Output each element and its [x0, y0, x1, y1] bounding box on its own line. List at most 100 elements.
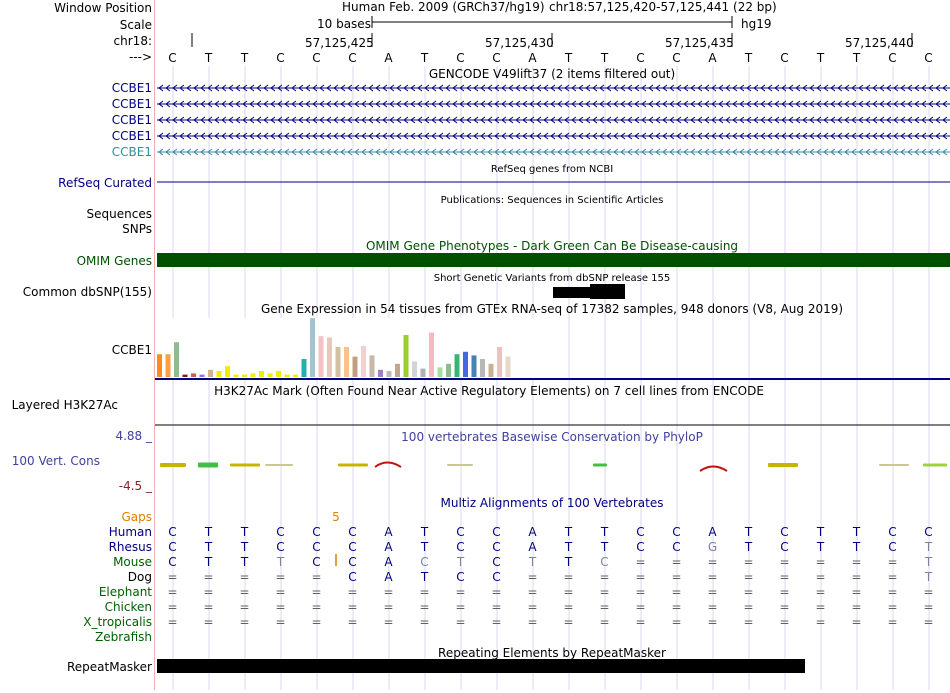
- gtex-tissue-bar[interactable]: [259, 371, 264, 377]
- gtex-tissue-bar[interactable]: [318, 336, 324, 377]
- gtex-tissue-bar[interactable]: [412, 361, 417, 377]
- gtex-gene-label[interactable]: CCBE1: [112, 343, 152, 357]
- window-position-label: Window Position: [54, 1, 152, 15]
- gtex-tissue-bar[interactable]: [293, 374, 298, 377]
- gtex-tissue-bar[interactable]: [174, 342, 179, 377]
- alignment-base: C: [636, 540, 644, 554]
- alignment-base: T: [744, 525, 753, 539]
- gencode-track-label-2[interactable]: CCBE1: [112, 97, 152, 111]
- multiz-alignment-rows[interactable]: C T T C C C A T C C A T T C C A T C T T C CC T T C C C A T C C A T T C C G T C…: [167, 525, 933, 629]
- gtex-tissue-bar[interactable]: [335, 347, 341, 377]
- conservation-track-label[interactable]: 100 Vert. Cons: [12, 454, 100, 468]
- gtex-tissue-bar[interactable]: [497, 347, 502, 377]
- alignment-base: A: [528, 525, 537, 539]
- gtex-tissue-bar[interactable]: [454, 354, 460, 377]
- gtex-tissue-bar[interactable]: [429, 332, 434, 377]
- reference-base: A: [528, 51, 537, 65]
- omim-genes-label[interactable]: OMIM Genes: [77, 254, 152, 268]
- gtex-tissue-bar[interactable]: [403, 335, 409, 377]
- alignment-base: C: [492, 570, 500, 584]
- gtex-tissue-bar[interactable]: [420, 368, 426, 377]
- gtex-tissue-bar[interactable]: [267, 373, 273, 377]
- scale-bar-text: 10 bases: [317, 17, 371, 31]
- refseq-curated-label[interactable]: RefSeq Curated: [58, 176, 152, 190]
- reference-base: A: [384, 51, 393, 65]
- gencode-track-label-4[interactable]: CCBE1: [112, 129, 152, 143]
- alignment-base: C: [492, 540, 500, 554]
- alignment-base: =: [347, 600, 357, 614]
- alignment-base: =: [239, 600, 249, 614]
- alignment-base: =: [779, 555, 789, 569]
- gtex-tissue-bar[interactable]: [276, 371, 281, 377]
- gtex-tissue-bar[interactable]: [480, 359, 485, 377]
- gtex-tissue-bar[interactable]: [463, 351, 468, 377]
- gtex-tissue-bar[interactable]: [157, 354, 162, 377]
- repeatmasker-element[interactable]: [157, 659, 805, 673]
- gtex-tissue-bar[interactable]: [437, 367, 443, 377]
- alignment-base: =: [599, 600, 609, 614]
- gtex-tissue-bar[interactable]: [165, 354, 171, 377]
- gtex-tissue-bar[interactable]: [352, 356, 358, 377]
- track-image[interactable]: Human Feb. 2009 (GRCh37/hg19) chr18:57,1…: [155, 0, 950, 690]
- gtex-tissue-bar[interactable]: [301, 359, 307, 377]
- conservation-glyph: [768, 463, 798, 467]
- gtex-tissue-bar[interactable]: [378, 369, 383, 377]
- alignment-base: C: [312, 525, 320, 539]
- alignment-base: C: [348, 525, 356, 539]
- alignment-base: =: [815, 555, 825, 569]
- repeatmasker-label[interactable]: RepeatMasker: [67, 660, 152, 674]
- reference-base: T: [204, 51, 213, 65]
- gtex-tissue-bar[interactable]: [199, 374, 205, 377]
- alignment-base: =: [455, 615, 465, 629]
- alignment-base: C: [672, 525, 680, 539]
- alignment-base: =: [563, 615, 573, 629]
- gencode-track-label-3[interactable]: CCBE1: [112, 113, 152, 127]
- gtex-tissue-bar[interactable]: [284, 374, 290, 377]
- phylop-conservation-glyphs[interactable]: [160, 461, 947, 472]
- alignment-base: T: [420, 540, 429, 554]
- alignment-base: T: [564, 555, 573, 569]
- alignment-base: T: [276, 555, 285, 569]
- gtex-tissue-bar[interactable]: [361, 345, 366, 377]
- gtex-tissue-bar[interactable]: [395, 363, 400, 377]
- sequences-label[interactable]: Sequences: [87, 207, 152, 221]
- snps-label[interactable]: SNPs: [122, 222, 152, 236]
- gtex-tissue-bar[interactable]: [471, 355, 477, 377]
- track-image-panel[interactable]: Human Feb. 2009 (GRCh37/hg19) chr18:57,1…: [155, 0, 950, 690]
- gencode-track-label-1[interactable]: CCBE1: [112, 81, 152, 95]
- alignment-base: =: [311, 600, 321, 614]
- alignment-base: =: [635, 585, 645, 599]
- reference-base: C: [636, 51, 644, 65]
- gtex-tissue-bar[interactable]: [216, 371, 222, 377]
- alignment-base: T: [600, 525, 609, 539]
- gtex-tissue-bar[interactable]: [446, 363, 451, 377]
- gencode-transcripts[interactable]: [157, 84, 950, 156]
- gtex-tissue-bar[interactable]: [310, 318, 315, 377]
- gtex-tissue-bar[interactable]: [182, 374, 188, 377]
- conservation-glyph: [198, 462, 218, 468]
- h3k27ac-label[interactable]: Layered H3K27Ac: [12, 398, 118, 412]
- reference-base: C: [888, 51, 896, 65]
- gtex-tissue-bar[interactable]: [208, 369, 213, 377]
- gtex-tissue-bar[interactable]: [386, 371, 392, 377]
- gtex-tissue-bar[interactable]: [250, 373, 256, 377]
- alignment-base: T: [456, 555, 465, 569]
- gtex-tissue-bar[interactable]: [225, 366, 230, 377]
- reference-base: C: [348, 51, 356, 65]
- alignment-base: =: [779, 585, 789, 599]
- gtex-tissue-bar[interactable]: [191, 373, 196, 377]
- gtex-tissue-bar[interactable]: [344, 347, 349, 377]
- common-dbsnp-label[interactable]: Common dbSNP(155): [23, 285, 152, 299]
- gtex-tissue-bar[interactable]: [505, 356, 511, 377]
- alignment-base: =: [743, 615, 753, 629]
- dbsnp-variant-block[interactable]: [590, 284, 625, 299]
- omim-gene-bar[interactable]: [157, 253, 950, 267]
- alignment-base: C: [888, 525, 896, 539]
- alignment-base: C: [780, 525, 788, 539]
- gtex-tissue-bar[interactable]: [327, 337, 332, 377]
- gtex-tissue-bar[interactable]: [369, 355, 375, 377]
- gtex-tissue-bar[interactable]: [488, 363, 494, 377]
- gtex-tissue-bar[interactable]: [242, 374, 247, 377]
- gencode-track-label-5[interactable]: CCBE1: [112, 145, 152, 159]
- gtex-tissue-bar[interactable]: [233, 374, 239, 377]
